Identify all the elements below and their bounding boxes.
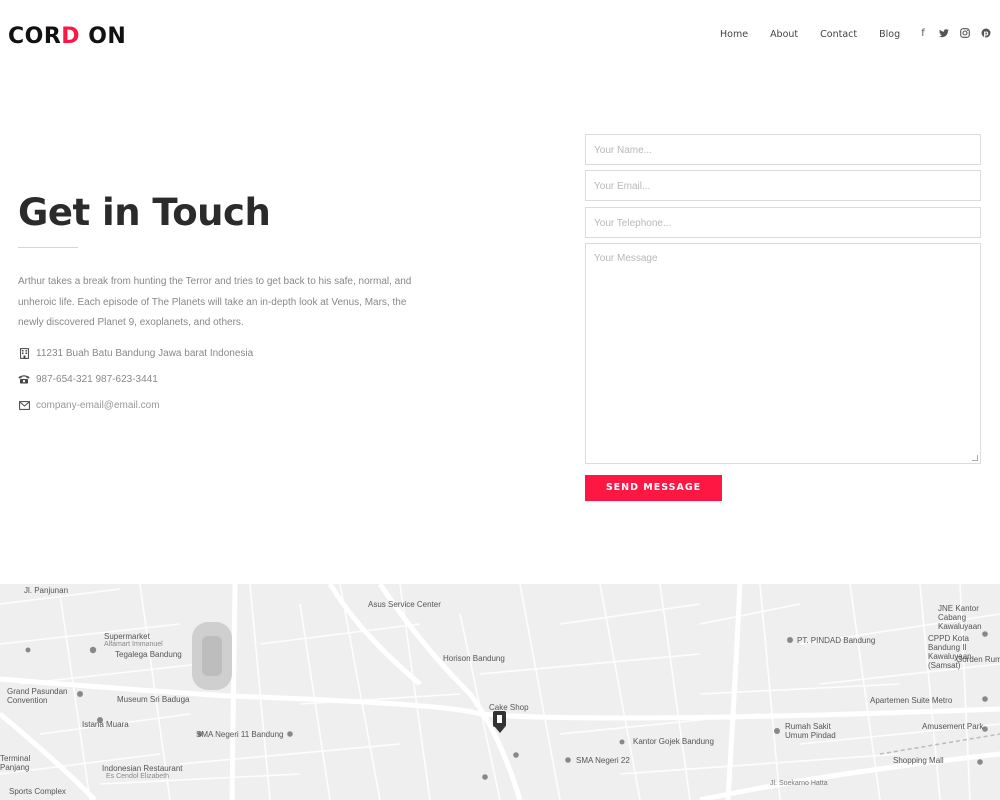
- map-label-cppd: CPPD Kota Bandung II Kawaluyaan (Samsat): [928, 634, 972, 670]
- name-input[interactable]: Your Name...: [585, 134, 981, 165]
- map-label-sma-11: SMA Negeri 11 Bandung: [196, 730, 284, 739]
- map-label-jne: JNE Kantor Cabang Kawaluyaan: [938, 604, 982, 631]
- map-label-terminal: Terminal Panjang: [0, 754, 31, 772]
- address-row: 11231 Buah Batu Bandung Jawa barat Indon…: [18, 347, 253, 359]
- page-title: Get in Touch: [18, 191, 271, 234]
- map-label-amusement: Amusement Park: [922, 722, 984, 731]
- resize-handle[interactable]: [972, 455, 978, 461]
- address-text: 11231 Buah Batu Bandung Jawa barat Indon…: [36, 347, 254, 359]
- telephone-input[interactable]: Your Telephone...: [585, 207, 981, 238]
- send-message-button[interactable]: SEND MESSAGE: [585, 475, 722, 501]
- nav-contact[interactable]: Contact: [820, 29, 857, 40]
- logo-text-a: COR: [8, 23, 62, 49]
- map-label-apartemen: Apartemen Suite Metro: [870, 696, 953, 705]
- email-row: company-email@email.com: [18, 399, 160, 411]
- map-label-es-cendol: Es Cendol Elizabeth: [106, 773, 170, 780]
- social-links: f p: [918, 28, 991, 40]
- map-label-asus: Asus Service Center: [368, 600, 441, 609]
- nav-home[interactable]: Home: [720, 29, 748, 40]
- map-label-horison: Horison Bandung: [443, 654, 505, 663]
- contact-description: Arthur takes a break from hunting the Te…: [18, 276, 412, 328]
- envelope-icon: [18, 399, 30, 411]
- instagram-icon[interactable]: [960, 28, 970, 40]
- logo[interactable]: CORD ON: [8, 23, 127, 49]
- phone-row: 987-654-321 987-623-3441: [18, 373, 158, 385]
- map-label-alfamart: Alfamart Immanuel: [104, 641, 163, 648]
- main-nav: Home About Contact Blog: [720, 29, 922, 40]
- map-label-cake-shop: Cake Shop: [489, 703, 529, 712]
- map[interactable]: Jl. Panjunan Supermarket Alfamart Immanu…: [0, 584, 1000, 800]
- map-label-tegalega: Tegalega Bandung: [115, 650, 182, 659]
- map-label-supermarket: Supermarket: [104, 632, 150, 641]
- title-divider: [18, 247, 78, 248]
- map-label-jl-soekarno: Jl. Soekarno Hatta: [770, 780, 828, 787]
- pinterest-icon[interactable]: p: [981, 28, 991, 40]
- map-label-museum-sri-baduga: Museum Sri Baduga: [117, 695, 190, 704]
- map-label-shopping-mall: Shopping Mall: [893, 756, 944, 765]
- logo-text-b: ON: [80, 23, 127, 49]
- phone-text: 987-654-321 987-623-3441: [36, 373, 158, 385]
- map-label-grand-pasundan: Grand Pasundan Convention: [7, 687, 68, 705]
- map-label-sma-22: SMA Negeri 22: [576, 756, 630, 765]
- map-label-indonesian-restaurant: Indonesian Restaurant: [102, 764, 183, 773]
- nav-blog[interactable]: Blog: [879, 29, 900, 40]
- nav-about[interactable]: About: [770, 29, 798, 40]
- map-label-gojek: Kantor Gojek Bandung: [633, 737, 714, 746]
- twitter-icon[interactable]: [939, 28, 949, 40]
- email-link[interactable]: company-email@email.com: [36, 400, 160, 411]
- facebook-icon[interactable]: f: [918, 28, 928, 40]
- map-label-jl-panjunan: Jl. Panjunan: [24, 586, 69, 595]
- map-label-rs-pindad: Rumah Sakit Umum Pindad: [785, 722, 836, 740]
- logo-text-accent: D: [61, 23, 81, 49]
- message-textarea[interactable]: Your Message: [585, 243, 981, 464]
- phone-icon: [18, 373, 30, 385]
- map-label-pindad: PT. PINDAD Bandung: [797, 636, 876, 645]
- site-header: CORD ON Home About Contact Blog f p: [0, 0, 1000, 72]
- map-label-gorden: Gorden Rum: [956, 655, 1000, 664]
- svg-text:p: p: [983, 30, 988, 38]
- map-label-sports-complex: Sports Complex: [9, 787, 66, 796]
- email-input[interactable]: Your Email...: [585, 170, 981, 201]
- building-icon: [18, 347, 30, 359]
- message-placeholder: Your Message: [594, 253, 658, 264]
- map-label-istana-muara: Istana Muara: [82, 720, 129, 729]
